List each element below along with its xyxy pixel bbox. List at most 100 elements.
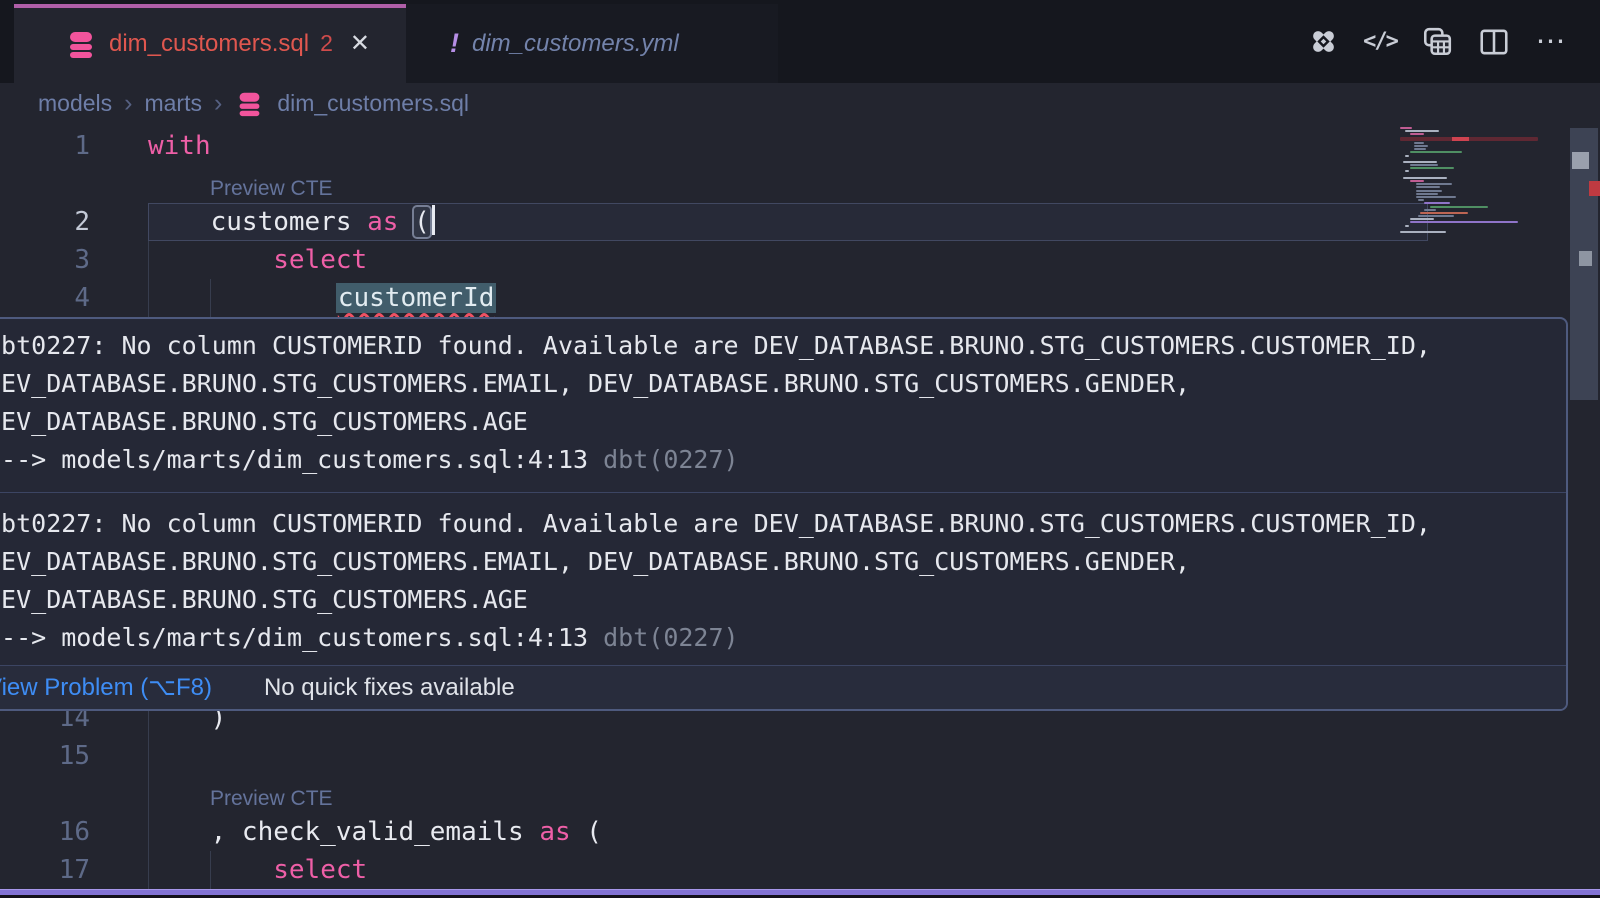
view-problem-link[interactable]: View Problem (⌥F8) [0,673,212,702]
code-text[interactable]: customerId [90,279,496,317]
error-word-customerid: customerId [336,283,497,313]
code-text[interactable]: select [90,241,367,279]
minimap-line [1400,137,1538,141]
diagnostic-text-line: DEV_DATABASE.BRUNO.STG_CUSTOMERS.EMAIL, … [0,365,1556,403]
breadcrumb-item-marts[interactable]: marts [144,90,202,117]
code-text[interactable]: customers as ( [90,203,435,241]
minimap-line [1416,196,1456,198]
minimap-line [1420,212,1468,214]
minimap-line [1414,145,1428,147]
editor-actions: </> ⋯ [1306,14,1568,69]
diagnostic-location-line: --> models/marts/dim_customers.sql:4:13 … [0,441,1556,479]
minimap-line [1410,167,1454,169]
editor-scrollbar[interactable] [1568,123,1600,898]
code-lines-bottom: 14 )15Preview CTE16 , check_valid_emails… [0,699,1600,889]
code-text[interactable]: , check_valid_emails as ( [90,813,602,851]
minimap-line [1403,177,1447,179]
minimap-line [1410,180,1424,182]
code-line[interactable]: 1with [0,127,1600,165]
indent-guide [148,699,149,889]
breadcrumb-item-file[interactable]: dim_customers.sql [277,90,469,117]
diagnostic-text-line: DEV_DATABASE.BRUNO.STG_CUSTOMERS.AGE [0,581,1556,619]
tab-title: dim_customers.yml [472,30,679,58]
line-number: 1 [0,127,90,165]
database-icon [66,29,96,59]
diagnostic-message: dbt0227: No column CUSTOMERID found. Ava… [0,492,1566,665]
code-editor[interactable]: 1withPreview CTE2 customers as (3 select… [0,123,1600,898]
breadcrumb-item-models[interactable]: models [38,90,112,117]
line-number: 15 [0,737,90,775]
code-icon[interactable]: </> [1363,22,1397,62]
minimap-line [1410,218,1434,220]
indent-guide [210,279,211,317]
code-line[interactable]: 15 [0,737,1600,775]
tab-modified-badge: 2 [320,30,333,57]
copy-table-icon[interactable] [1420,22,1454,62]
diagnostic-text-line: dbt0227: No column CUSTOMERID found. Ava… [0,505,1556,543]
code-line-current[interactable]: 2 customers as ( [0,203,1600,241]
close-icon[interactable]: ✕ [350,29,370,58]
line-number: 16 [0,813,90,851]
minimap-line [1400,231,1446,233]
minimap-line [1410,133,1424,135]
diagnostic-text-line: DEV_DATABASE.BRUNO.STG_CUSTOMERS.AGE [0,403,1556,441]
indent-guide [148,241,149,317]
overview-ruler-marker [1579,251,1592,266]
minimap-line [1418,215,1454,217]
database-icon [236,90,263,117]
no-quick-fixes-label: No quick fixes available [264,674,515,702]
tab-title: dim_customers.sql [109,30,309,58]
minimap-line [1410,164,1438,166]
code-line[interactable]: 17 select [0,851,1600,889]
diagnostic-text-line: dbt0227: No column CUSTOMERID found. Ava… [0,327,1556,365]
minimap-line [1405,225,1409,227]
diagnostic-code: dbt(0227) [603,445,738,474]
split-editor-icon[interactable] [1477,22,1511,62]
diagnostic-location[interactable]: --> models/marts/dim_customers.sql:4:13 [0,445,603,474]
minimap-line [1410,221,1518,223]
diagnostic-hover-popup: dbt0227: No column CUSTOMERID found. Ava… [0,317,1568,711]
diagnostic-messages: dbt0227: No column CUSTOMERID found. Ava… [0,319,1566,665]
minimap-line [1403,161,1437,163]
active-tab-accent-line [14,4,406,8]
minimap-line [1400,158,1538,160]
code-lines-top: 1withPreview CTE2 customers as (3 select… [0,127,1600,317]
minimap-line [1424,202,1450,204]
code-line[interactable]: 4 customerId [0,279,1600,317]
minimap-line [1400,174,1538,176]
codelens-preview-cte[interactable]: Preview CTE [210,787,333,811]
codelens-row: Preview CTE [0,165,1600,203]
line-number: 2 [0,203,90,241]
line-number: 4 [0,279,90,317]
code-line[interactable]: 3 select [0,241,1600,279]
editor-tab-bar: dim_customers.sql 2 ✕ ! dim_customers.ym… [0,0,1600,83]
code-text[interactable] [90,737,148,775]
vscode-window: dim_customers.sql 2 ✕ ! dim_customers.ym… [0,0,1600,898]
minimap-line [1416,190,1442,192]
minimap-line [1405,130,1439,132]
chevron-right-icon: › [124,89,132,118]
minimap-line [1416,183,1452,185]
minimap-line [1414,142,1424,144]
tab-dim-customers-yml[interactable]: ! dim_customers.yml [406,4,778,83]
diagnostic-location-line: --> models/marts/dim_customers.sql:4:13 … [0,619,1556,657]
minimap[interactable] [1400,127,1538,234]
tab-dim-customers-sql[interactable]: dim_customers.sql 2 ✕ [14,4,406,83]
dbt-icon[interactable] [1306,22,1340,62]
code-text[interactable]: with [90,127,211,165]
minimap-line [1414,148,1426,150]
diagnostic-location[interactable]: --> models/marts/dim_customers.sql:4:13 [0,623,603,652]
overview-ruler-error-marker [1589,181,1600,196]
text-cursor [432,205,435,235]
chevron-right-icon: › [214,89,222,118]
indent-guide [210,851,211,889]
breadcrumb: models › marts › dim_customers.sql [0,83,1600,123]
minimap-line [1405,170,1409,172]
warning-icon: ! [450,28,459,59]
code-text[interactable]: select [90,851,367,889]
codelens-preview-cte[interactable]: Preview CTE [210,177,333,201]
code-line[interactable]: 16 , check_valid_emails as ( [0,813,1600,851]
more-actions-icon[interactable]: ⋯ [1534,22,1568,62]
overview-ruler-cursor-marker [1572,152,1589,169]
minimap-line [1418,199,1424,201]
